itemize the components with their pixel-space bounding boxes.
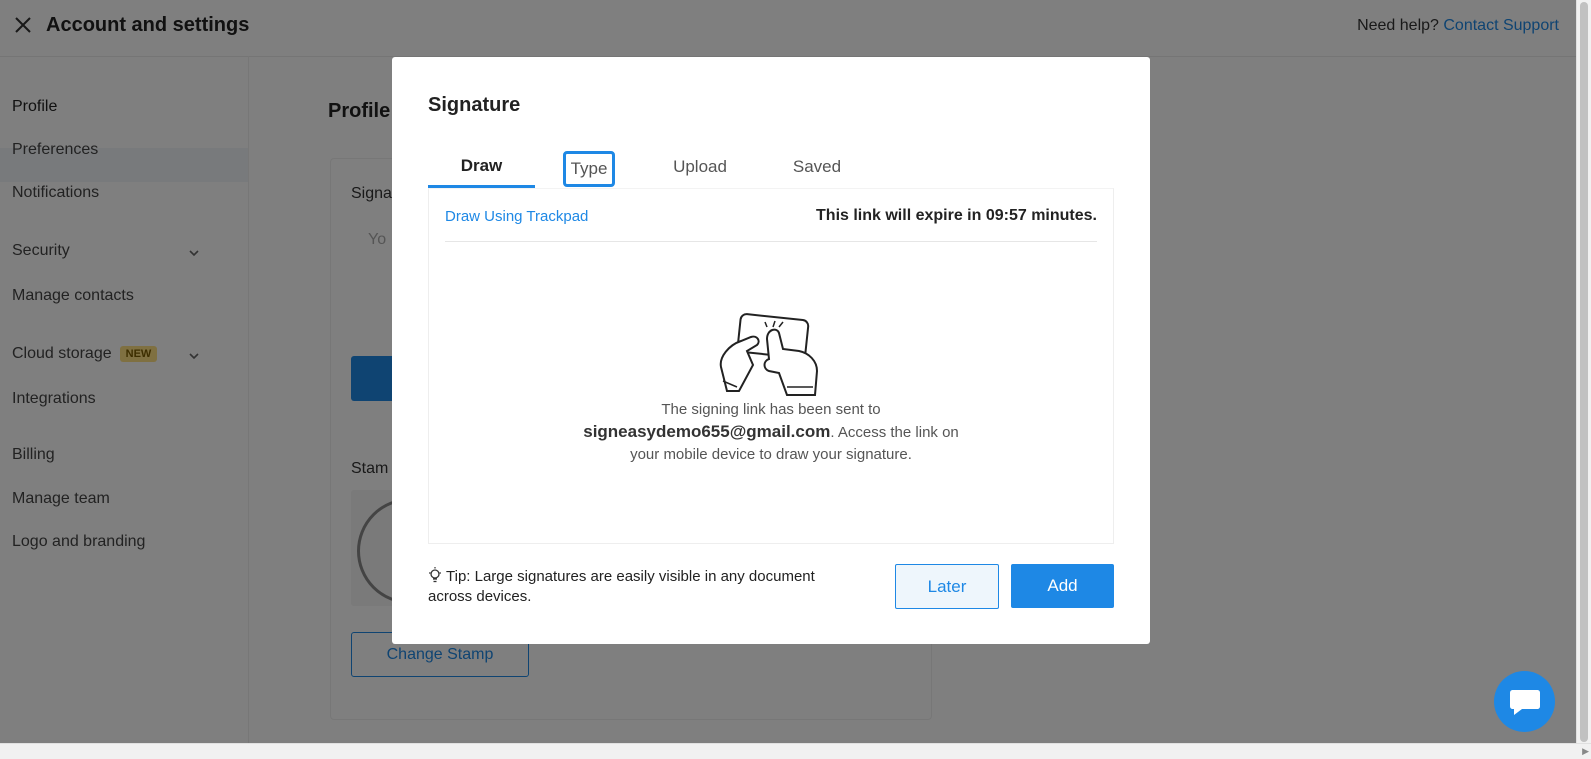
tip-text: Tip: Large signatures are easily visible…: [428, 567, 848, 607]
draw-panel: Draw Using Trackpad This link will expir…: [428, 188, 1114, 544]
add-button[interactable]: Add: [1011, 564, 1114, 608]
chat-bubble-icon: [1509, 689, 1540, 715]
scroll-right-arrow-icon[interactable]: ▶: [1582, 746, 1589, 757]
recipient-email: signeasydemo655@gmail.com: [583, 422, 831, 441]
divider: [445, 241, 1097, 242]
hands-phone-icon: [719, 313, 819, 396]
tab-draw[interactable]: Draw: [428, 147, 535, 188]
scrollbar-thumb[interactable]: [1580, 2, 1588, 742]
draw-using-trackpad-link[interactable]: Draw Using Trackpad: [445, 208, 588, 225]
tab-upload[interactable]: Upload: [660, 147, 740, 187]
vertical-scrollbar[interactable]: [1576, 0, 1591, 744]
horizontal-scrollbar[interactable]: ▶: [0, 743, 1591, 759]
tab-saved[interactable]: Saved: [780, 147, 854, 187]
later-button[interactable]: Later: [895, 564, 999, 609]
message-prefix: The signing link has been sent to: [661, 401, 881, 418]
signature-tabs: Draw Type Upload Saved: [428, 147, 1114, 189]
signature-dialog: Signature Draw Type Upload Saved Draw Us…: [392, 57, 1150, 644]
chat-support-button[interactable]: [1494, 671, 1555, 732]
link-expiry-text: This link will expire in 09:57 minutes.: [816, 207, 1097, 224]
tab-type[interactable]: Type: [563, 151, 615, 187]
lightbulb-icon: [429, 567, 441, 583]
tip-label: Tip: Large signatures are easily visible…: [428, 568, 815, 605]
dialog-title: Signature: [428, 94, 521, 116]
signing-link-message: The signing link has been sent to signea…: [571, 399, 971, 466]
